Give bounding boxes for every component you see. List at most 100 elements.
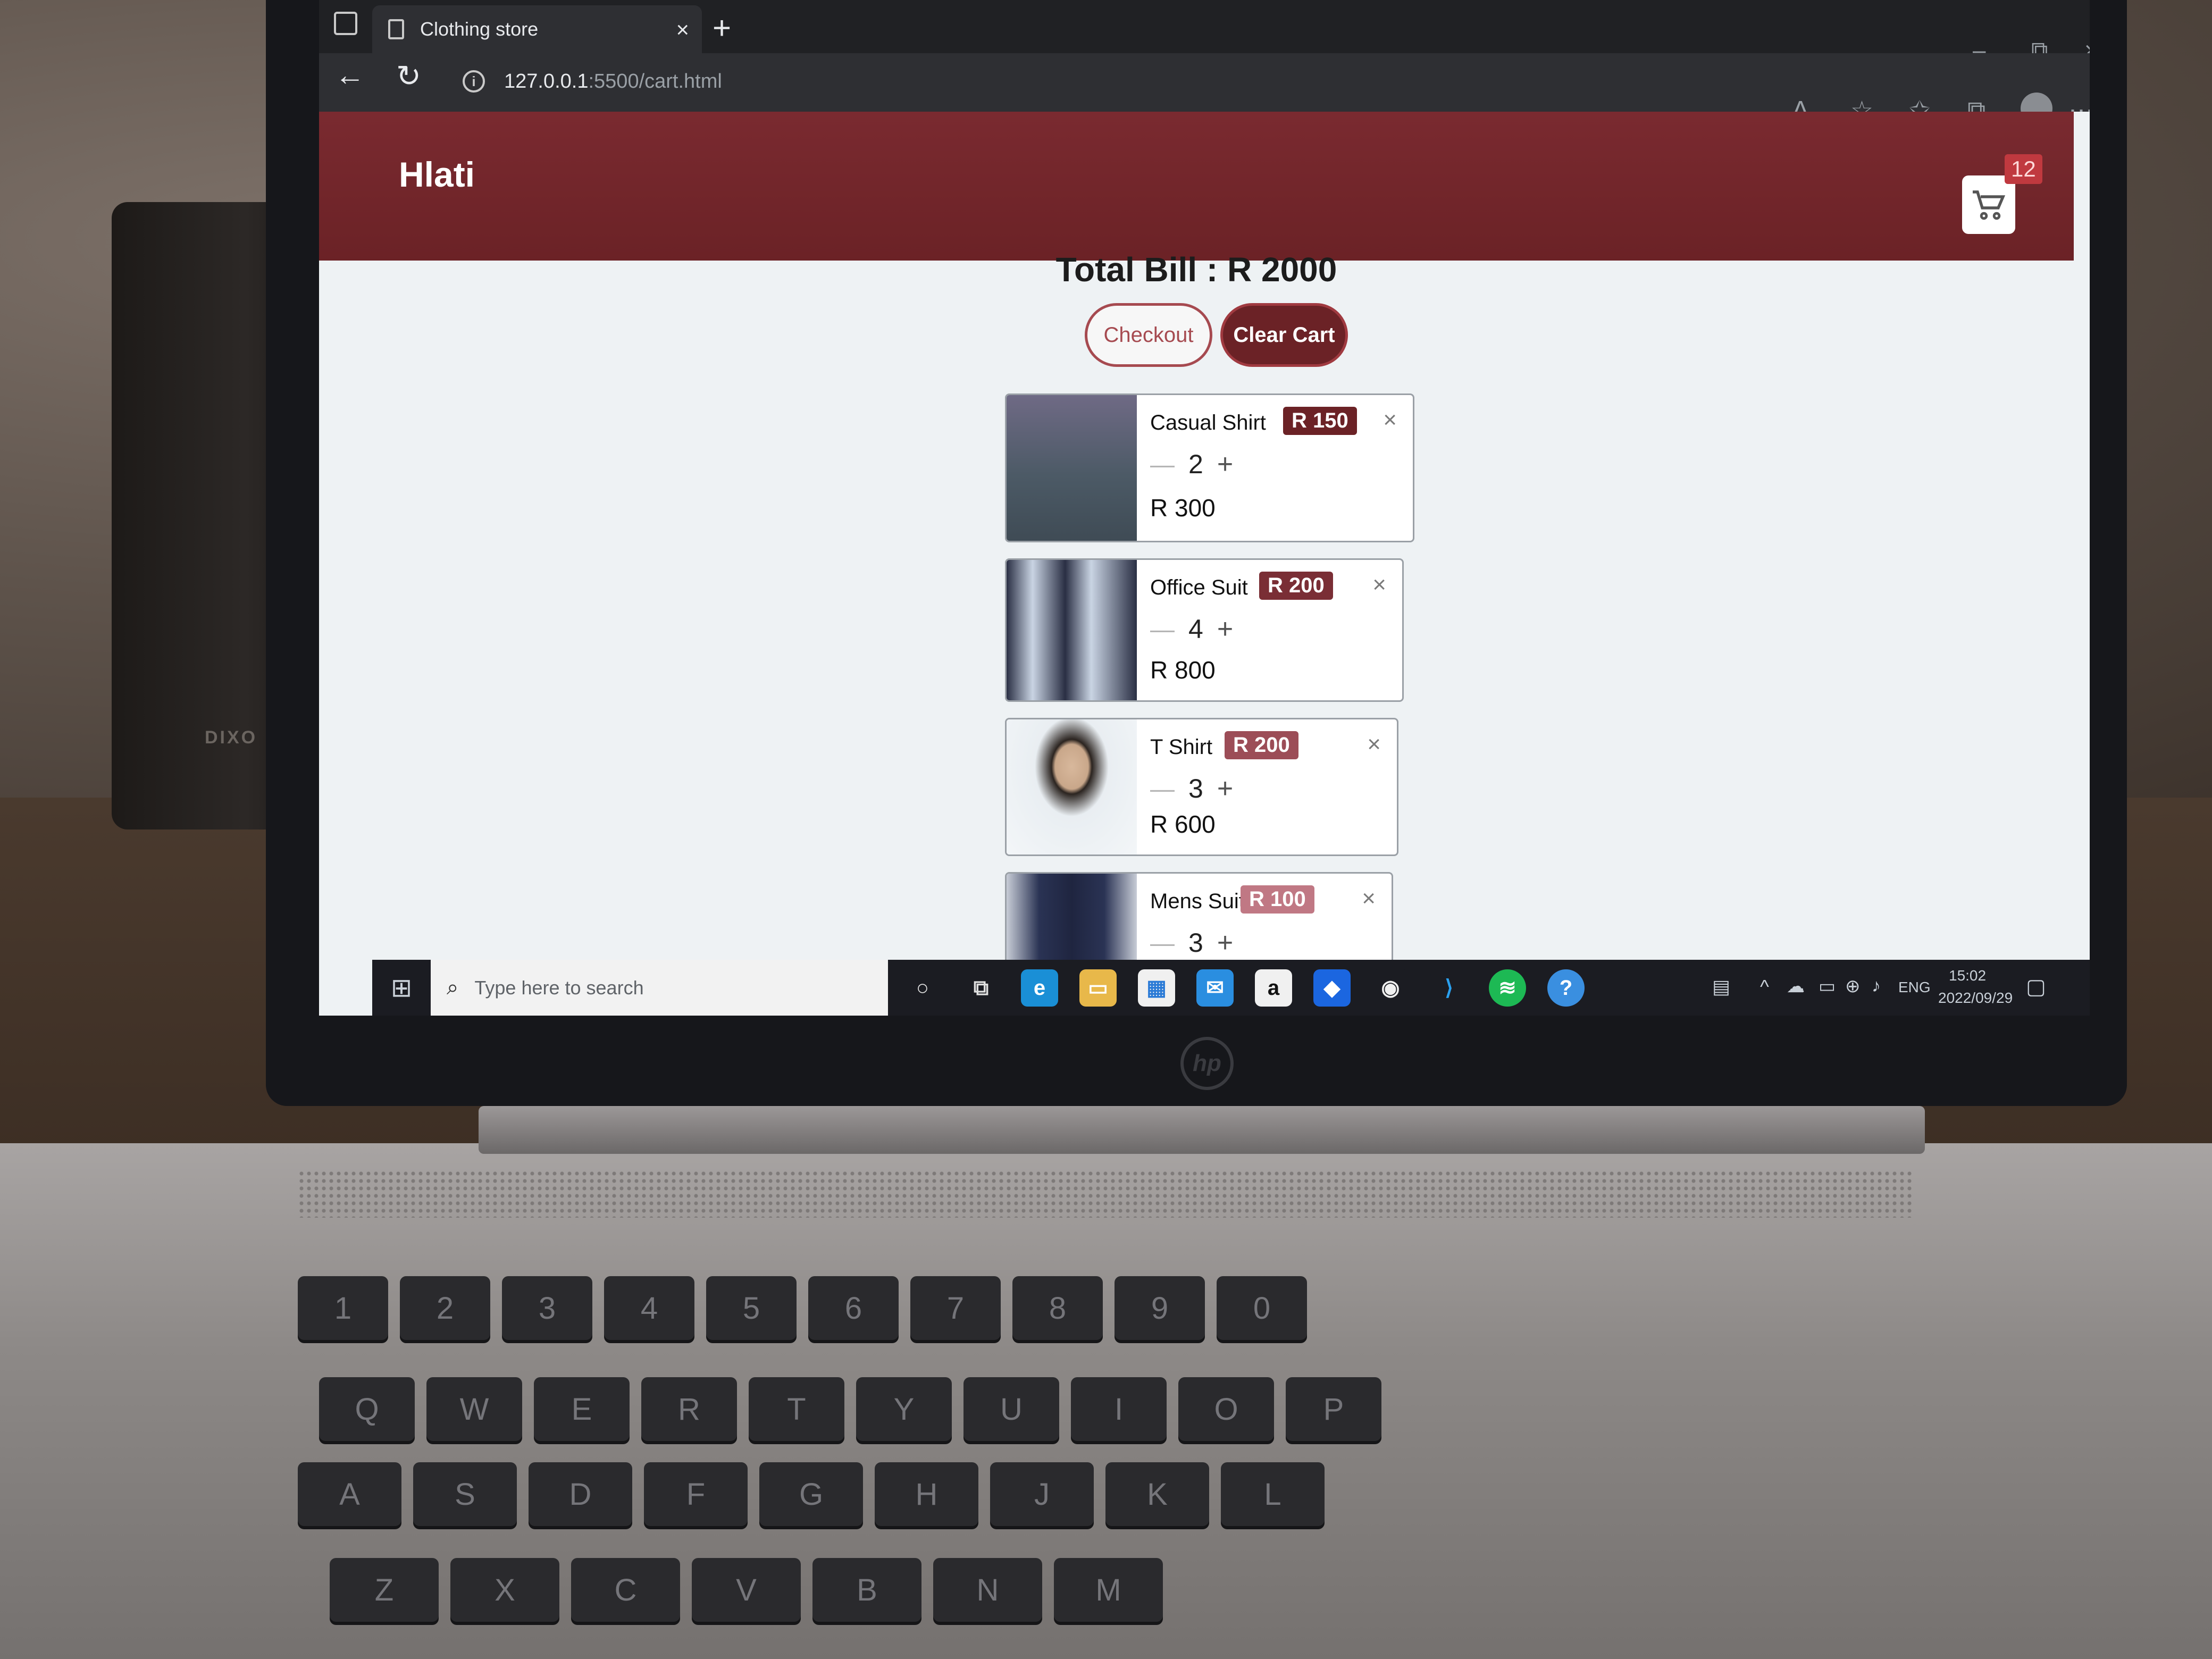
keyboard-key: K xyxy=(1105,1462,1209,1526)
browser-tab[interactable]: Clothing store × xyxy=(372,5,702,53)
vscode-icon[interactable]: ⟩ xyxy=(1430,969,1468,1007)
speaker-grille xyxy=(298,1170,1914,1218)
page-icon xyxy=(388,19,404,39)
item-subtotal: R 600 xyxy=(1150,810,1216,838)
keyboard-key: Y xyxy=(856,1377,952,1441)
windows-start-icon[interactable]: ⊞ xyxy=(372,960,431,1016)
volume-icon[interactable]: ♪ xyxy=(1872,976,1881,996)
casual-shirt-image xyxy=(1007,395,1137,541)
cortana-icon[interactable]: ○ xyxy=(904,969,941,1007)
clock-time[interactable]: 15:02 xyxy=(1949,967,1986,984)
increase-quantity-icon[interactable]: + xyxy=(1217,927,1233,959)
spotify-icon[interactable]: ≋ xyxy=(1489,969,1526,1007)
search-icon: ⌕ xyxy=(447,976,459,999)
keyboard-key: I xyxy=(1071,1377,1167,1441)
keyboard-key: 8 xyxy=(1012,1276,1103,1340)
keyboard-row-numbers: 1234567890 xyxy=(298,1276,1307,1340)
keyboard-key: E xyxy=(534,1377,630,1441)
keyboard-key: N xyxy=(933,1558,1042,1622)
keyboard-key: 2 xyxy=(400,1276,490,1340)
site-header: Hlati xyxy=(319,112,2074,261)
browser-tab-bar: Clothing store × + – ⧉ × xyxy=(319,0,2090,63)
brand-logo[interactable]: Hlati xyxy=(399,154,475,195)
notifications-icon[interactable]: ▢ xyxy=(2026,975,2046,999)
refresh-icon[interactable]: ↻ xyxy=(396,58,421,94)
quantity-value: 3 xyxy=(1188,774,1203,803)
tray-chevron-icon[interactable]: ^ xyxy=(1760,976,1769,998)
item-name: Mens Suit xyxy=(1150,890,1245,913)
quantity-value: 3 xyxy=(1188,928,1203,958)
news-icon[interactable]: ▤ xyxy=(1712,976,1730,998)
keyboard-key: Q xyxy=(319,1377,415,1441)
clock-date[interactable]: 2022/09/29 xyxy=(1938,990,2013,1007)
keyboard-key: P xyxy=(1286,1377,1381,1441)
price-badge: R 200 xyxy=(1225,731,1298,759)
mail-icon[interactable]: ✉ xyxy=(1196,969,1234,1007)
laptop-screen: Clothing store × + – ⧉ × ← ↻ i 127.0.0.1… xyxy=(319,0,2090,1016)
url-path: :5500/cart.html xyxy=(588,70,722,93)
keyboard-key: H xyxy=(875,1462,978,1526)
battery-icon[interactable]: ▭ xyxy=(1819,976,1836,997)
dropbox-icon[interactable]: ◆ xyxy=(1313,969,1351,1007)
t-shirt-image xyxy=(1007,719,1137,854)
remove-item-icon[interactable]: × xyxy=(1362,885,1376,912)
price-badge: R 100 xyxy=(1241,885,1314,914)
decrease-quantity-icon[interactable]: — xyxy=(1150,450,1175,479)
github-icon[interactable]: ◉ xyxy=(1372,969,1409,1007)
keyboard-key: X xyxy=(450,1558,559,1622)
increase-quantity-icon[interactable]: + xyxy=(1217,773,1233,805)
language-indicator[interactable]: ENG xyxy=(1898,979,1931,996)
globe-icon[interactable]: ⊕ xyxy=(1845,976,1861,997)
network-icon[interactable]: ☁ xyxy=(1787,976,1805,997)
close-tab-icon[interactable]: × xyxy=(676,17,689,43)
remove-item-icon[interactable]: × xyxy=(1383,407,1397,433)
cart-item: T Shirt R 200 × — 3 + R 600 xyxy=(1005,718,1398,856)
increase-quantity-icon[interactable]: + xyxy=(1217,613,1233,645)
decrease-quantity-icon[interactable]: — xyxy=(1150,774,1175,803)
url-field[interactable]: i 127.0.0.1 :5500/cart.html xyxy=(463,63,722,100)
keyboard-key: 4 xyxy=(604,1276,694,1340)
keyboard-key: Z xyxy=(330,1558,439,1622)
keyboard-key: C xyxy=(571,1558,680,1622)
keyboard-key: V xyxy=(692,1558,801,1622)
remove-item-icon[interactable]: × xyxy=(1372,572,1386,598)
item-name: Casual Shirt xyxy=(1150,411,1266,434)
quantity-value: 4 xyxy=(1188,614,1203,644)
keyboard-key: J xyxy=(990,1462,1094,1526)
keyboard-key: 7 xyxy=(910,1276,1001,1340)
search-placeholder: Type here to search xyxy=(474,976,644,999)
increase-quantity-icon[interactable]: + xyxy=(1217,448,1233,480)
store-icon[interactable]: ▦ xyxy=(1138,969,1175,1007)
keyboard-key: S xyxy=(413,1462,517,1526)
keyboard-key: L xyxy=(1221,1462,1325,1526)
task-view-icon[interactable]: ⧉ xyxy=(962,969,1000,1007)
new-tab-icon[interactable]: + xyxy=(713,10,731,46)
file-explorer-icon[interactable]: ▭ xyxy=(1079,969,1117,1007)
cart-button[interactable] xyxy=(1962,175,2015,234)
keyboard-row-asdf: ASDFGHJKL xyxy=(298,1462,1325,1526)
help-icon[interactable]: ? xyxy=(1547,969,1585,1007)
keyboard-key: M xyxy=(1054,1558,1163,1622)
keyboard-key: 9 xyxy=(1115,1276,1205,1340)
edge-icon[interactable]: e xyxy=(1021,969,1058,1007)
total-bill: Total Bill : R 2000 xyxy=(1055,250,1337,289)
decrease-quantity-icon[interactable]: — xyxy=(1150,615,1175,643)
keyboard-row-qwerty: QWERTYUIOP xyxy=(319,1377,1381,1441)
taskbar-search-input[interactable]: ⌕ Type here to search xyxy=(431,960,888,1016)
back-icon[interactable]: ← xyxy=(335,57,365,92)
quantity-stepper: — 3 + xyxy=(1150,773,1233,805)
keyboard-key: A xyxy=(298,1462,401,1526)
speaker-label: DIXO xyxy=(205,727,258,748)
cart-item: Office Suit R 200 × — 4 + R 800 xyxy=(1005,558,1404,702)
site-info-icon[interactable]: i xyxy=(463,70,485,93)
amazon-icon[interactable]: a xyxy=(1255,969,1292,1007)
keyboard-key: 5 xyxy=(706,1276,797,1340)
tab-actions-icon[interactable] xyxy=(334,12,357,35)
keyboard-key: R xyxy=(641,1377,737,1441)
keyboard-key: F xyxy=(644,1462,748,1526)
office-suit-image xyxy=(1007,560,1137,700)
remove-item-icon[interactable]: × xyxy=(1367,731,1381,758)
checkout-button[interactable]: Checkout xyxy=(1085,303,1212,367)
clear-cart-button[interactable]: Clear Cart xyxy=(1220,303,1348,367)
decrease-quantity-icon[interactable]: — xyxy=(1150,928,1175,957)
